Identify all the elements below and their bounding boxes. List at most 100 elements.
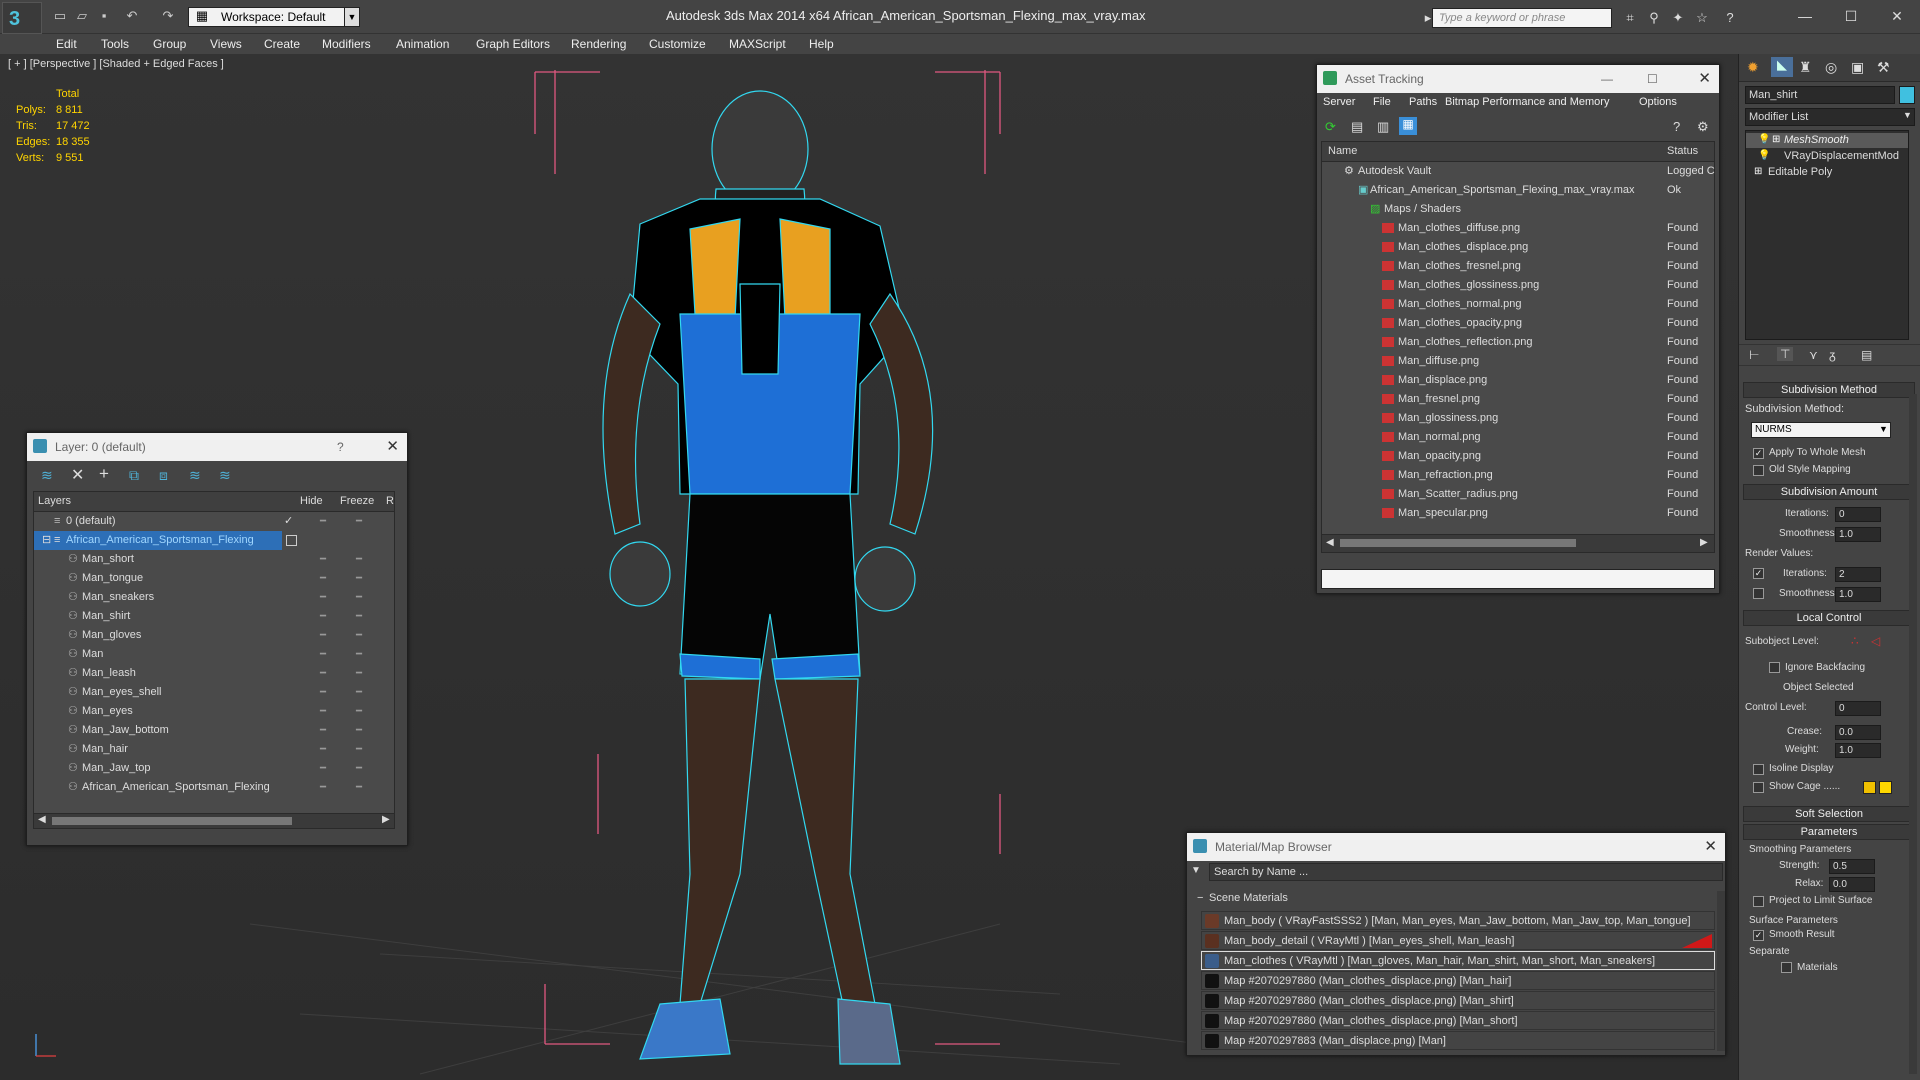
modify-tab-icon[interactable]: ◣ <box>1771 57 1793 77</box>
scroll-right-icon[interactable]: ▶ <box>382 814 390 825</box>
scrollbar-thumb[interactable] <box>52 817 292 825</box>
highlight-layer-icon[interactable]: ⧈ <box>159 467 168 484</box>
remove-modifier-icon[interactable]: ᵹ <box>1829 348 1836 362</box>
materials-checkbox[interactable] <box>1781 962 1792 973</box>
display-tab-icon[interactable]: ▣ <box>1851 59 1864 76</box>
material-search-input[interactable]: Search by Name ... <box>1209 863 1723 881</box>
material-row[interactable]: Map #2070297880 (Man_clothes_displace.pn… <box>1201 991 1715 1010</box>
make-unique-icon[interactable]: ⋎ <box>1809 348 1818 362</box>
material-row[interactable]: Man_body_detail ( VRayMtl ) [Man_eyes_sh… <box>1201 931 1715 950</box>
refresh-icon[interactable]: ⟳ <box>1325 119 1336 135</box>
show-end-result-icon[interactable]: ⊤ <box>1777 347 1794 361</box>
undo-icon[interactable]: ↶ <box>124 8 140 24</box>
asset-row[interactable]: Man_clothes_normal.png Found <box>1322 295 1722 314</box>
options-arrow-icon[interactable]: ▼ <box>1191 865 1201 876</box>
current-layer-check-icon[interactable]: ✓ <box>284 512 293 531</box>
rollout-local-control[interactable]: Local Control <box>1743 610 1915 626</box>
close-icon[interactable]: ✕ <box>1698 65 1711 93</box>
asset-row[interactable]: ⚙ Autodesk Vault Logged C <box>1322 162 1722 181</box>
layer-object-row[interactable]: ⚇ Man_eyes_shell ━ ━ <box>34 683 394 702</box>
current-layer-checkbox[interactable] <box>286 535 297 546</box>
edge-level-icon[interactable]: ◁ <box>1871 634 1880 648</box>
material-row[interactable]: Map #2070297883 (Man_displace.png) [Man] <box>1201 1031 1715 1050</box>
asset-row[interactable]: Man_clothes_opacity.png Found <box>1322 314 1722 333</box>
communication-icon[interactable]: ✦ <box>1670 10 1686 26</box>
light-bulb-icon[interactable]: 💡 <box>1758 150 1770 161</box>
maximize-icon[interactable]: ☐ <box>1647 65 1658 93</box>
asset-tracking-titlebar[interactable]: Asset Tracking — ☐ ✕ <box>1317 65 1719 93</box>
select-objects-icon[interactable]: ⧉ <box>129 467 139 484</box>
col-layers[interactable]: Layers <box>38 495 71 507</box>
chevron-down-icon[interactable]: ▼ <box>1903 110 1912 120</box>
maximize-icon[interactable]: ☐ <box>1836 4 1866 28</box>
col-name[interactable]: Name <box>1328 145 1357 157</box>
layer-object-row[interactable]: ⚇ Man_hair ━ ━ <box>34 740 394 759</box>
asset-scrollbar[interactable]: ◀ ▶ <box>1322 534 1714 552</box>
create-tab-icon[interactable]: ✹ <box>1747 59 1759 76</box>
chevron-down-icon[interactable]: ▼ <box>344 7 360 27</box>
modifier-stack[interactable]: MeshSmooth 💡 ⊞ VRayDisplacementMod 💡 Edi… <box>1745 130 1909 340</box>
smooth-result-checkbox[interactable]: ✓ <box>1753 930 1764 941</box>
old-style-mapping-checkbox[interactable] <box>1753 465 1764 476</box>
material-row-selected[interactable]: Man_clothes ( VRayMtl ) [Man_gloves, Man… <box>1201 951 1715 970</box>
menu-paths[interactable]: Paths <box>1409 96 1437 108</box>
open-file-icon[interactable]: ▱ <box>74 8 90 24</box>
delete-layer-icon[interactable]: ✕ <box>71 465 84 485</box>
pin-stack-icon[interactable]: ⊢ <box>1749 348 1759 362</box>
list-view-icon[interactable]: ▤ <box>1351 119 1363 135</box>
layer-object-row[interactable]: ⚇ Man_shirt ━ ━ <box>34 607 394 626</box>
asset-row[interactable]: Man_clothes_diffuse.png Found <box>1322 219 1722 238</box>
layer-panel-titlebar[interactable]: Layer: 0 (default) ? ✕ <box>27 433 407 461</box>
scrollbar-thumb[interactable] <box>1340 539 1576 547</box>
layer-object-row[interactable]: ⚇ Man_sneakers ━ ━ <box>34 588 394 607</box>
asset-row[interactable]: ▨ Maps / Shaders <box>1322 200 1722 219</box>
menu-edit[interactable]: Edit <box>56 37 77 51</box>
material-browser-titlebar[interactable]: Material/Map Browser ✕ <box>1187 833 1725 861</box>
motion-tab-icon[interactable]: ◎ <box>1825 59 1837 76</box>
vertex-level-icon[interactable]: ∴ <box>1851 634 1859 648</box>
close-icon[interactable]: ✕ <box>1882 4 1912 28</box>
binoculars-icon[interactable]: ⌗ <box>1622 10 1638 26</box>
layer-object-row[interactable]: ⚇ African_American_Sportsman_Flexing ━ ━ <box>34 778 394 797</box>
asset-row[interactable]: Man_clothes_fresnel.png Found <box>1322 257 1722 276</box>
menu-views[interactable]: Views <box>210 37 242 51</box>
close-icon[interactable]: ✕ <box>386 433 399 461</box>
weight-spinner[interactable]: 1.0 <box>1835 743 1881 758</box>
render-smoothness-spinner[interactable]: 1.0 <box>1835 587 1881 602</box>
col-hide[interactable]: Hide <box>300 495 323 507</box>
layer-object-row[interactable]: ⚇ Man_gloves ━ ━ <box>34 626 394 645</box>
stack-item-editable-poly[interactable]: Editable Poly <box>1746 165 1908 180</box>
render-iterations-checkbox[interactable]: ✓ <box>1753 568 1764 579</box>
project-limit-checkbox[interactable] <box>1753 896 1764 907</box>
strength-spinner[interactable]: 0.5 <box>1829 859 1875 874</box>
material-scrollbar[interactable] <box>1717 891 1725 1051</box>
isoline-checkbox[interactable] <box>1753 764 1764 775</box>
star-icon[interactable]: ☆ <box>1694 10 1710 26</box>
layer-object-row[interactable]: ⚇ Man_Jaw_bottom ━ ━ <box>34 721 394 740</box>
object-color-swatch[interactable] <box>1899 86 1915 104</box>
rollout-subdivision-amount[interactable]: Subdivision Amount <box>1743 484 1915 500</box>
table-view-icon[interactable]: ▦ <box>1399 117 1417 135</box>
command-panel-scrollbar[interactable] <box>1909 394 1917 1074</box>
layer-object-row[interactable]: ⚇ Man_short ━ ━ <box>34 550 394 569</box>
search-input[interactable]: Type a keyword or phrase <box>1432 8 1612 28</box>
smoothness-spinner[interactable]: 1.0 <box>1835 527 1881 542</box>
menu-group[interactable]: Group <box>153 37 186 51</box>
layer-list[interactable]: Layers Hide Freeze R ≡ 0 (default) ✓ ━ ━ ⊟ ≡ A… <box>33 491 395 827</box>
crease-spinner[interactable]: 0.0 <box>1835 725 1881 740</box>
asset-row[interactable]: Man_Scatter_radius.png Found <box>1322 485 1722 504</box>
asset-path-field[interactable] <box>1321 569 1715 589</box>
scroll-left-icon[interactable]: ◀ <box>38 814 46 825</box>
asset-row[interactable]: Man_displace.png Found <box>1322 371 1722 390</box>
add-to-layer-icon[interactable]: + <box>99 464 109 484</box>
help-icon[interactable]: ? <box>1722 10 1738 26</box>
layer-object-row[interactable]: ⚇ Man_tongue ━ ━ <box>34 569 394 588</box>
configure-modifier-sets-icon[interactable]: ▤ <box>1861 348 1872 362</box>
layer-object-row[interactable]: ⚇ Man_eyes ━ ━ <box>34 702 394 721</box>
col-render[interactable]: R <box>386 495 394 507</box>
layer-scrollbar[interactable]: ◀ ▶ <box>33 813 395 829</box>
tree-view-icon[interactable]: ▥ <box>1377 119 1389 135</box>
subdivision-method-dropdown[interactable]: NURMS <box>1751 422 1891 438</box>
light-bulb-icon[interactable]: 💡 <box>1758 134 1770 145</box>
apply-whole-mesh-checkbox[interactable]: ✓ <box>1753 448 1764 459</box>
